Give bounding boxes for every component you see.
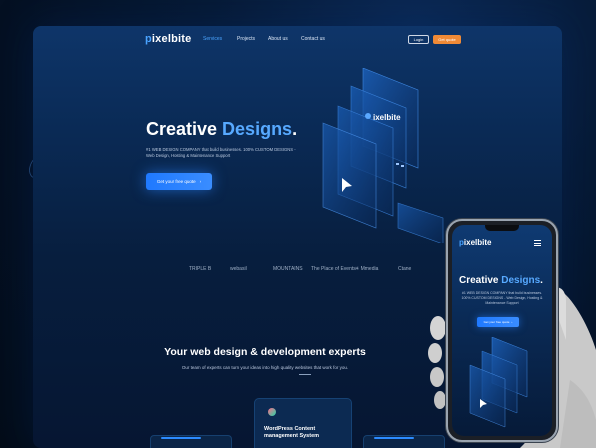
brand-logo[interactable]: pixelbite [145, 33, 191, 45]
phone-screen: pixelbite Creative Designs. #1 WEB DESIG… [452, 225, 552, 436]
phone-hero-title: Creative Designs. [459, 275, 543, 286]
phone-hero-subtitle: #1 WEB DESIGN COMPANY that build busines… [461, 291, 543, 305]
phone-title-end: . [540, 275, 543, 286]
card-accent-bar [374, 437, 414, 439]
hero-title: Creative Designs. [146, 119, 297, 140]
phone-notch [485, 225, 519, 231]
phone-title-plain: Creative [459, 275, 502, 286]
screen-panel [397, 202, 444, 243]
section-title: Your web design & development experts [164, 346, 366, 358]
phone-brand-logo[interactable]: pixelbite [459, 238, 491, 247]
client-logos: TRIPLE B webasil MOUNTAINS The Place of … [183, 266, 463, 280]
service-card[interactable]: WordPress Content management System [254, 398, 352, 448]
hero-title-end: . [292, 119, 298, 139]
phone-mockup: pixelbite Creative Designs. #1 WEB DESIG… [446, 219, 558, 442]
phone-free-quote-button[interactable]: Get your free quote › [477, 317, 519, 327]
dot-icon [396, 163, 399, 165]
service-card-title: WordPress Content management System [264, 426, 320, 439]
hamburger-menu-icon[interactable] [534, 240, 541, 248]
wordpress-icon [268, 408, 276, 416]
chevron-right-icon: › [511, 320, 513, 324]
mock-logo-text: ixelbite [373, 113, 401, 122]
phone-free-quote-label: Get your free quote [483, 320, 510, 324]
free-quote-button[interactable]: Get your free quote › [146, 173, 212, 190]
nav-item-contact[interactable]: Contact us [301, 36, 325, 42]
client-logo: TRIPLE B [189, 266, 212, 272]
get-quote-button[interactable]: Get quote [433, 35, 461, 44]
client-logo: Ctane [398, 266, 412, 272]
section-divider [299, 374, 311, 375]
top-navbar: pixelbite Services Projects About us Con… [33, 26, 562, 52]
nav-item-about[interactable]: About us [268, 36, 288, 42]
client-logo: webasil [230, 266, 247, 272]
client-logo: ✳ Mmedia [355, 266, 379, 272]
client-logo: The Place of Events [311, 266, 356, 272]
dot-icon [401, 165, 404, 167]
card-accent-bar [161, 437, 201, 439]
logo-text: ixelbite [151, 33, 192, 45]
phone-title-highlight: Designs [501, 275, 541, 286]
logo-mark: p [145, 33, 152, 45]
client-logo: MOUNTAINS [273, 266, 303, 272]
section-subtitle: Our team of experts can turn your ideas … [181, 365, 349, 370]
hero-subtitle: #1 WEB DESIGN COMPANY that build busines… [146, 147, 296, 158]
phone-isometric-illustration [469, 337, 528, 428]
free-quote-label: Get your free quote [156, 179, 196, 184]
page-background: pixelbite Services Projects About us Con… [0, 0, 596, 448]
nav-item-projects[interactable]: Projects [237, 36, 255, 42]
phone-logo-text: ixelbite [463, 238, 492, 247]
isometric-screens-illustration: ixelbite [322, 68, 444, 243]
chevron-right-icon: › [199, 179, 202, 184]
nav-item-services[interactable]: Services [203, 36, 222, 42]
logo-mark-icon [365, 113, 371, 119]
hero-title-plain: Creative [146, 119, 223, 139]
hero-title-highlight: Designs [222, 119, 293, 139]
login-button[interactable]: Login [408, 35, 429, 44]
